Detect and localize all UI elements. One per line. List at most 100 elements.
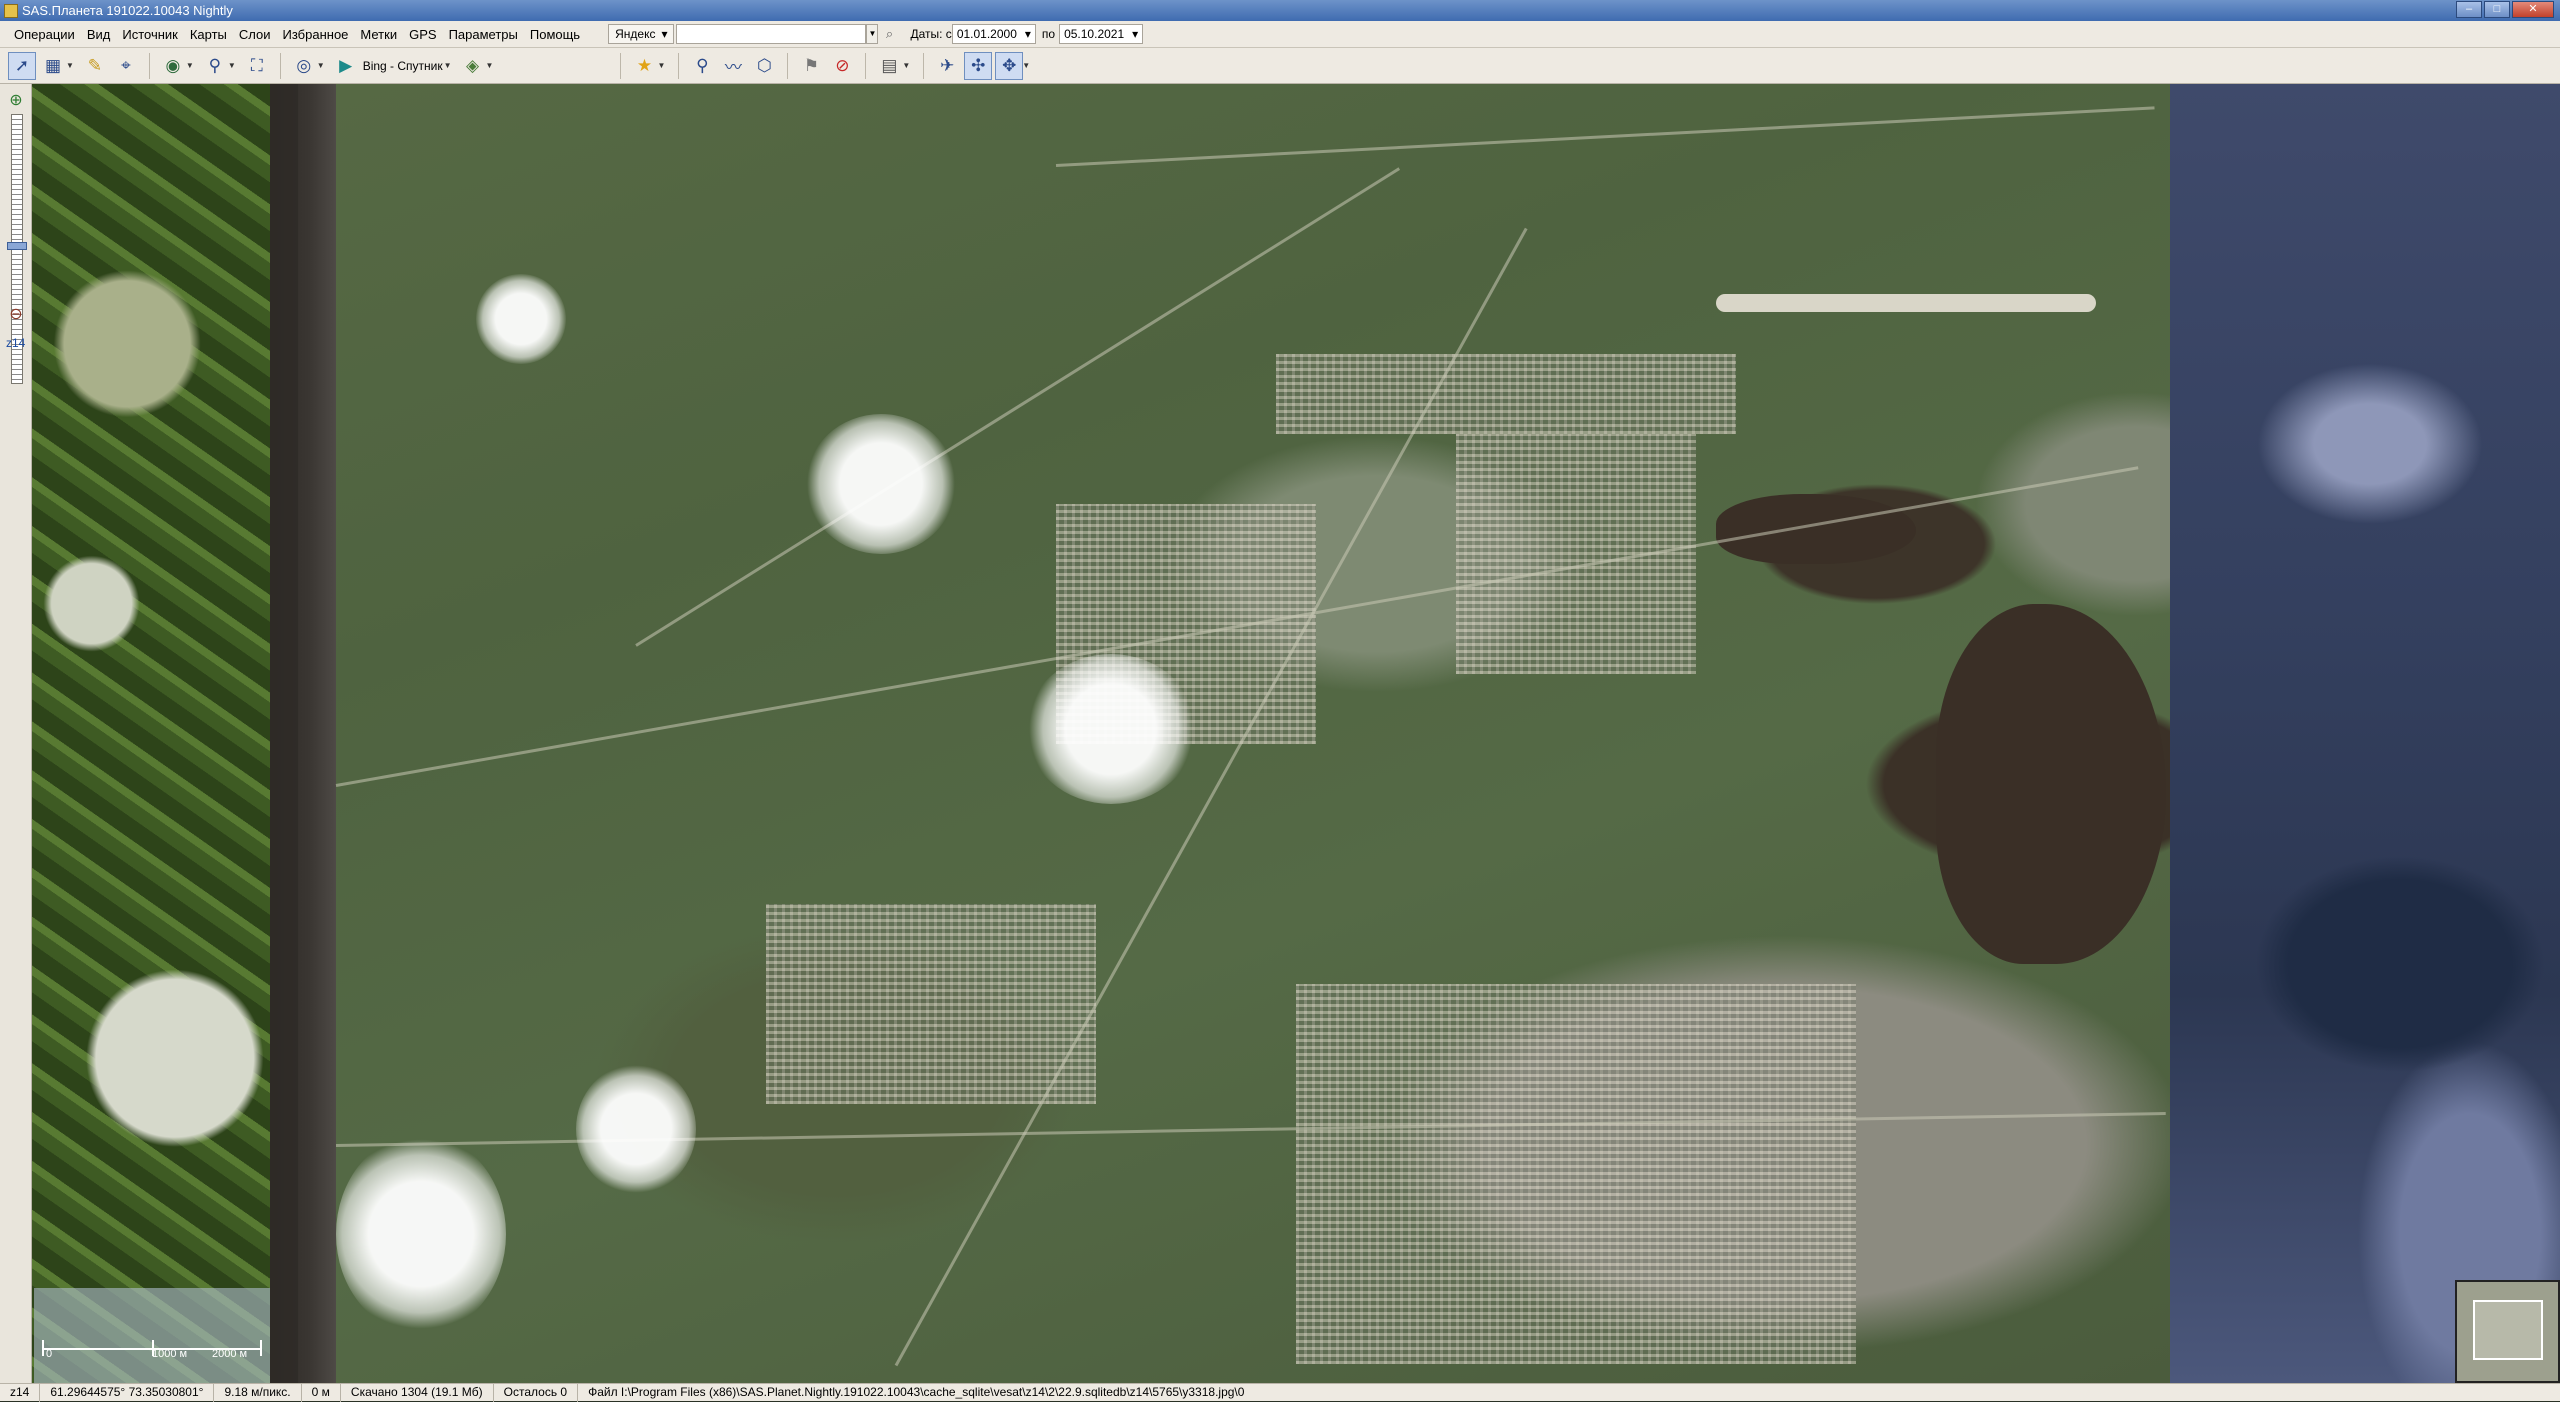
close-button[interactable]: ✕ [2512,1,2554,18]
menu-operations[interactable]: Операции [8,21,81,48]
search-provider-label: Яндекс [615,27,656,41]
menu-source[interactable]: Источник [116,21,184,48]
town-area [1276,354,1736,434]
favorite-star-icon[interactable]: ★ [630,52,658,80]
lake [1716,494,1916,564]
chevron-down-icon[interactable]: ▼ [228,61,236,70]
date-to-value: 05.10.2021 [1064,27,1125,41]
chevron-down-icon[interactable]: ▼ [66,61,74,70]
minimap[interactable] [2455,1280,2560,1383]
chevron-down-icon: ▾ [1024,27,1031,41]
chevron-down-icon[interactable]: ▼ [1022,61,1030,70]
map-tile-right [2170,84,2560,1383]
zoom-in-icon[interactable]: ⊕ [7,90,25,109]
tile-grid-icon[interactable]: ▦ [39,52,67,80]
cloud [1026,654,1196,804]
chevron-down-icon[interactable]: ▼ [186,61,194,70]
cursor-icon[interactable]: ➚ [8,51,36,80]
chevron-down-icon[interactable]: ▼ [902,61,910,70]
zoom-slider-thumb[interactable] [7,242,27,250]
search-history-dropdown[interactable]: ▼ [866,24,879,44]
menu-maps[interactable]: Карты [184,21,233,48]
status-remaining: Осталось 0 [494,1383,579,1402]
menu-gps[interactable]: GPS [403,21,442,48]
menu-layers[interactable]: Слои [233,21,277,48]
toolbar-separator [787,52,789,79]
zoom-icon[interactable]: ⚲ [201,52,229,80]
toolbar-separator [865,52,867,79]
menu-marks[interactable]: Метки [354,21,403,48]
path-icon[interactable]: 〰 [719,52,747,80]
cloud [576,1064,696,1194]
town-area [1456,434,1696,674]
scale-label-zero: 0 [46,1348,53,1360]
search-icon[interactable]: ⌕ [878,26,900,42]
status-bar: z14 61.29644575° 73.35030801° 9.18 м/пик… [0,1383,2560,1402]
sync2-icon[interactable]: ✥ [995,51,1024,80]
bing-icon[interactable]: ▶ [332,52,360,80]
minimize-button[interactable]: – [2456,1,2482,18]
airport-runway [1716,294,2096,312]
toolbar-separator [279,52,281,79]
town-area [1296,984,1856,1364]
chevron-down-icon[interactable]: ▼ [486,61,494,70]
chevron-down-icon[interactable]: ▼ [444,61,452,70]
window-title: SAS.Планета 191022.10043 Nightly [22,3,233,18]
app-icon [4,3,18,18]
map-view[interactable]: 0 1000 м 2000 м [32,84,2560,1383]
date-to-label: по [1041,27,1056,41]
gps-icon[interactable]: ◎ [290,52,318,80]
search-input[interactable] [676,24,867,44]
map-tile-main [335,84,2170,1383]
date-to-field[interactable]: 05.10.2021 ▾ [1059,24,1144,44]
zoom-out-icon[interactable]: ⊖ [7,304,25,323]
menu-view[interactable]: Вид [81,21,117,48]
zoom-level-label: z14 [6,336,26,350]
menu-settings[interactable]: Параметры [443,21,524,48]
window-controls: – □ ✕ [2456,1,2554,18]
ruler-icon[interactable]: ✎ [81,52,109,80]
sync-icon[interactable]: ✣ [964,51,993,80]
road [1055,106,2155,167]
scale-bar-tick [260,1340,262,1356]
status-zoom: z14 [0,1383,41,1402]
map-source-label[interactable]: Bing - Спутник [363,59,443,73]
no-entry-icon[interactable]: ⊘ [828,52,856,80]
menu-favorites[interactable]: Избранное [277,21,355,48]
chevron-down-icon[interactable]: ▼ [657,61,665,70]
search-provider-select[interactable]: Яндекс ▾ [608,24,675,44]
map-tile-left [32,84,270,1383]
scale-label-mid: 1000 м [152,1348,188,1360]
grid-icon[interactable]: ▤ [875,52,903,80]
lake [1936,604,2166,964]
cloud [476,274,566,364]
title-bar: SAS.Планета 191022.10043 Nightly – □ ✕ [0,0,2560,21]
menu-bar: Операции Вид Источник Карты Слои Избранн… [0,21,2560,48]
toolbar: ➚ ▦ ▼ ✎ ⌖ ◉ ▼ ⚲ ▼ ⛶ ◎ ▼ ▶ Bing - Спутник ▼ ◈ ▼… [0,48,2560,84]
mark-edit-icon[interactable]: ⚑ [797,52,825,80]
menu-help[interactable]: Помощь [524,21,586,48]
status-file-path: Файл I:\Program Files (x86)\SAS.Planet.N… [588,1384,1245,1399]
date-from-field[interactable]: 01.01.2000 ▾ [951,24,1036,44]
scale-bar-tick [42,1340,44,1356]
town-area [766,904,1096,1104]
toolbar-separator [620,52,622,79]
toolbar-separator [923,52,925,79]
maximize-button[interactable]: □ [2484,1,2510,18]
minimap-viewport[interactable] [2473,1300,2543,1360]
compass-icon[interactable]: ⌖ [112,52,140,80]
scale-bar: 0 1000 м 2000 м [34,1288,270,1383]
placemark-icon[interactable]: ⚲ [688,52,716,80]
fullscreen-icon[interactable]: ⛶ [243,52,271,80]
chevron-down-icon: ▾ [661,27,668,41]
navigate-icon[interactable]: ✈ [933,52,961,80]
status-resolution: 9.18 м/пикс. [214,1383,302,1402]
polygon-icon[interactable]: ⬡ [750,52,778,80]
chevron-down-icon[interactable]: ▼ [317,61,325,70]
status-coordinates: 61.29644575° 73.35030801° [40,1383,215,1402]
globe-icon[interactable]: ◉ [159,52,187,80]
layers-icon[interactable]: ◈ [459,52,487,80]
status-elevation: 0 м [302,1383,341,1402]
toolbar-separator [148,52,150,79]
date-from-label: Даты: с [910,27,952,41]
